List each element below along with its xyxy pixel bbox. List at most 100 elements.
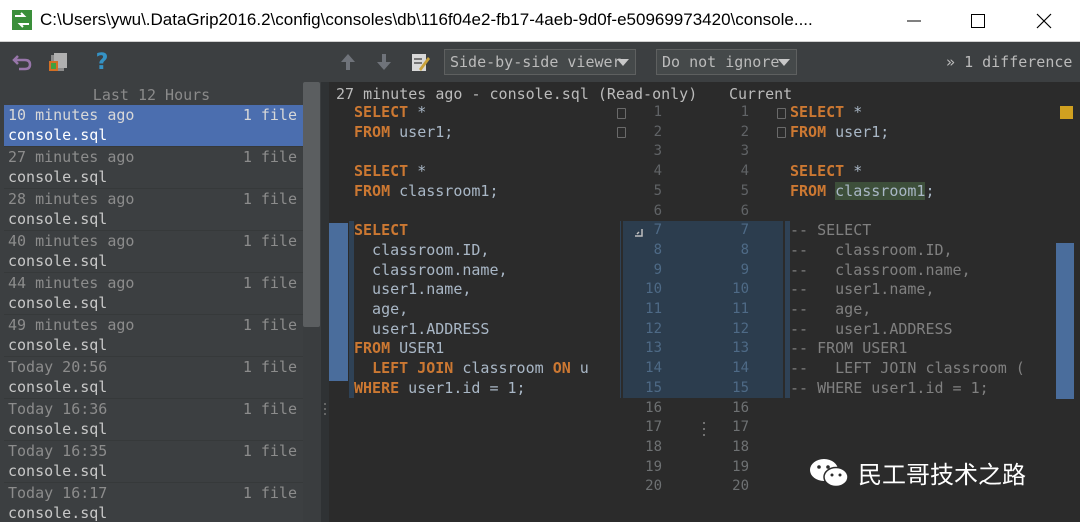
code-token: -- user1.name, [790,280,935,299]
history-revision-item[interactable]: 44 minutes ago 1 file console.sql [4,273,303,315]
difference-count[interactable]: » 1 difference [946,53,1072,71]
difference-count-label: 1 difference [964,53,1073,71]
history-revision-item[interactable]: 28 minutes ago 1 file console.sql [4,189,303,231]
left-code-line: user1.ADDRESS [354,320,489,340]
line-number: 3 [740,143,749,160]
fold-marker-icon[interactable] [617,108,626,119]
fold-marker-icon[interactable] [777,127,786,138]
line-number: 15 [732,379,749,396]
code-token: user1.name, [354,280,472,299]
previous-difference-icon[interactable] [336,50,360,74]
apply-change-icon[interactable] [633,224,645,243]
history-revision-item[interactable]: 49 minutes ago 1 file console.sql [4,315,303,357]
revision-file-count: 1 file [242,232,297,250]
code-token: user1; [826,122,890,141]
next-difference-icon[interactable] [372,50,396,74]
edit-source-icon[interactable] [408,50,432,74]
line-number: 8 [740,241,749,258]
right-code-line: SELECT * [790,103,862,123]
code-token: classroom [453,359,553,378]
code-token: classroom1; [390,181,499,200]
revision-file-name: console.sql [8,378,108,396]
whitespace-mode-dropdown[interactable]: Do not ignore [656,49,797,75]
code-token: * [408,103,427,121]
help-icon[interactable]: ? [90,50,114,75]
line-number: 2 [740,123,749,140]
history-revision-item[interactable]: Today 16:36 1 file console.sql [4,399,303,441]
revision-file-name: console.sql [8,168,108,186]
revision-time: 10 minutes ago [8,106,135,124]
left-editor[interactable]: SELECT * FROM user1; SELECT * FROM classroo… [354,103,620,522]
code-token: FROM [790,122,827,141]
revision-file-count: 1 file [242,148,297,166]
history-scrollbar-thumb[interactable] [303,82,320,327]
code-token: age, [354,300,409,318]
code-token: FROM [790,181,827,200]
minimize-button[interactable] [888,0,940,42]
line-number: 4 [653,163,662,180]
chevron-down-icon [778,59,790,66]
right-code-line: FROM user1; [790,123,889,143]
line-number: 6 [740,202,749,219]
revision-time: Today 16:35 [8,442,108,460]
right-code-line: SELECT * [790,162,862,182]
create-patch-icon[interactable] [46,50,70,74]
history-revision-item[interactable]: Today 20:56 1 file console.sql [4,357,303,399]
code-token: classroom1 [835,181,926,200]
revision-time: 44 minutes ago [8,274,135,292]
history-revision-item[interactable]: Today 16:17 1 file console.sql [4,483,303,522]
line-number: 18 [732,438,749,455]
line-number: 4 [740,163,749,180]
local-history-panel: Last 12 Hours 10 minutes ago 1 file consol… [0,82,303,522]
close-button[interactable] [1018,0,1070,42]
line-number: 11 [732,301,749,317]
fold-marker-icon[interactable] [777,108,786,119]
gutter-splitter-handle[interactable] [701,420,707,444]
line-number: 2 [653,123,662,140]
line-number: 10 [732,281,749,298]
line-number: 16 [645,399,662,416]
line-number: 17 [645,419,662,436]
right-change-marker [1056,243,1074,399]
fold-marker-icon[interactable] [617,127,626,138]
code-token: USER1 [390,339,445,358]
revision-file-count: 1 file [242,106,297,124]
left-code-line: classroom.ID, [354,241,489,261]
right-code-line: -- age, [790,300,871,320]
line-number: 19 [645,458,662,475]
history-revision-item[interactable]: 10 minutes ago 1 file console.sql [4,105,303,147]
code-token: * [844,162,863,181]
code-token: -- WHERE user1.id = 1; [790,378,989,397]
code-token: WHERE [354,378,400,397]
code-token: -- user1.ADDRESS [790,319,953,338]
history-revision-item[interactable]: Today 16:35 1 file console.sql [4,441,303,483]
maximize-button[interactable] [952,0,1004,42]
line-number: 8 [653,241,662,258]
viewer-mode-dropdown[interactable]: Side-by-side viewer [444,49,636,75]
code-token: ON [552,359,571,378]
wechat-icon [810,458,849,487]
history-group-header: Last 12 Hours [92,86,211,104]
line-number: 20 [645,478,662,495]
line-number: 9 [740,261,749,278]
revision-file-name: console.sql [8,294,108,312]
inspection-status-icon[interactable] [1060,106,1073,119]
revision-time: Today 16:36 [8,400,108,418]
code-token: FROM [354,122,391,141]
revert-icon[interactable] [10,50,34,74]
line-number: 1 [653,104,662,120]
code-token: FROM [354,339,391,358]
code-token: FROM [354,181,391,200]
revision-file-name: console.sql [8,126,108,144]
panel-splitter[interactable] [321,82,329,522]
history-revision-item[interactable]: 40 minutes ago 1 file console.sql [4,231,303,273]
history-revision-item[interactable]: 27 minutes ago 1 file console.sql [4,147,303,189]
left-code-line: FROM USER1 [354,339,444,359]
revision-time: 49 minutes ago [8,316,135,334]
code-token: SELECT [790,162,845,181]
left-code-line: classroom.name, [354,261,507,281]
code-token: -- classroom.name, [790,260,971,279]
code-token: * [408,162,427,181]
